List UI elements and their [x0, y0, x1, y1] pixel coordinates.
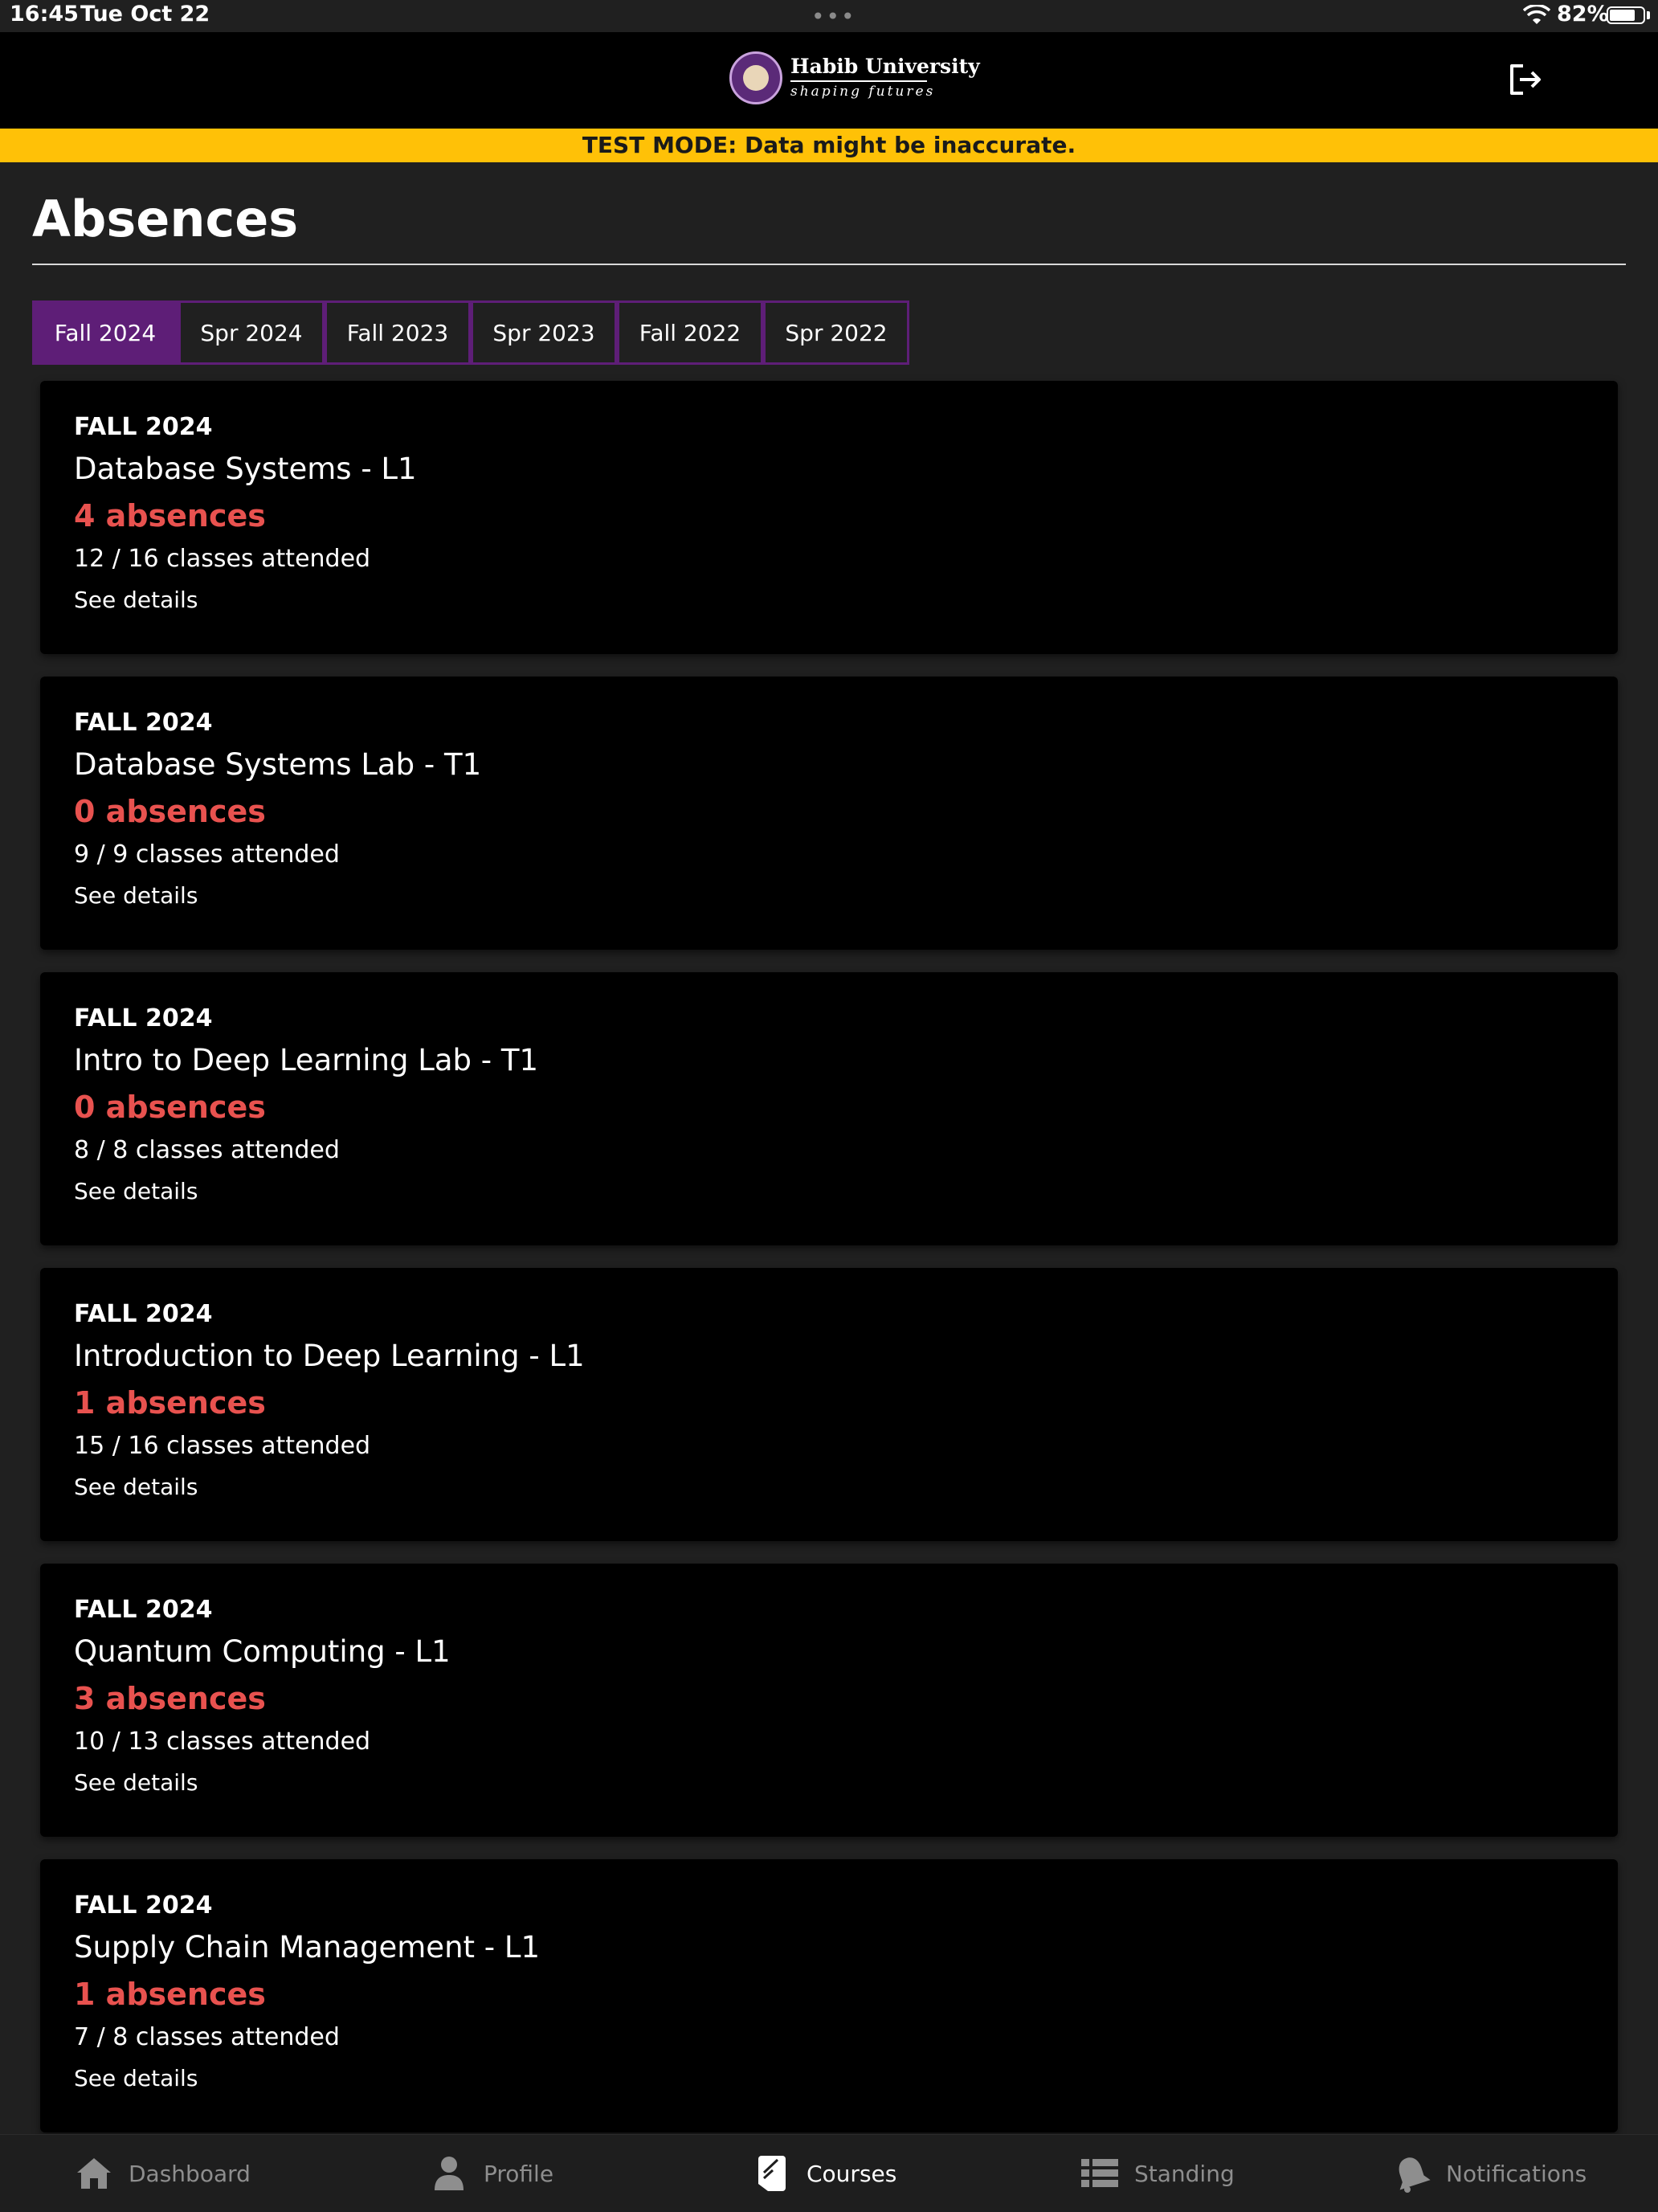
nav-notifications-label: Notifications	[1446, 2160, 1587, 2187]
attendance-summary: 8 / 8 classes attended	[74, 1136, 340, 1164]
course-name: Supply Chain Management - L1	[74, 1930, 541, 1965]
person-icon	[435, 2157, 464, 2190]
course-name: Quantum Computing - L1	[74, 1634, 451, 1669]
see-details-link[interactable]: See details	[74, 1178, 198, 1204]
status-time: 16:45	[10, 2, 79, 27]
logout-icon[interactable]	[1505, 59, 1546, 100]
nav-courses-label: Courses	[807, 2160, 897, 2187]
test-mode-banner: TEST MODE: Data might be inaccurate.	[0, 129, 1658, 162]
nav-notifications[interactable]: Notifications	[1391, 2135, 1587, 2212]
university-seal-icon	[729, 51, 782, 104]
see-details-link[interactable]: See details	[74, 1474, 198, 1500]
tab-semester[interactable]: Fall 2023	[325, 301, 471, 365]
course-name: Database Systems - L1	[74, 452, 417, 486]
see-details-link[interactable]: See details	[74, 2065, 198, 2091]
course-name: Intro to Deep Learning Lab - T1	[74, 1043, 539, 1077]
nav-dashboard-label: Dashboard	[129, 2160, 251, 2187]
nav-standing[interactable]: Standing	[1080, 2135, 1235, 2212]
title-divider	[32, 264, 1626, 265]
course-term: FALL 2024	[74, 709, 213, 737]
status-bar: 16:45 Tue Oct 22 ••• 82%	[0, 0, 1658, 32]
tab-semester[interactable]: Spr 2022	[763, 301, 909, 365]
tab-semester[interactable]: Fall 2024	[32, 301, 178, 365]
book-icon	[758, 2156, 786, 2191]
course-term: FALL 2024	[74, 1004, 213, 1032]
bell-icon	[1399, 2157, 1431, 2193]
page-title: Absences	[32, 190, 299, 248]
see-details-link[interactable]: See details	[74, 587, 198, 613]
battery-level-fill	[1610, 10, 1636, 21]
absence-card-list: FALL 2024 Database Systems - L1 4 absences…	[40, 381, 1618, 2155]
logo-name: Habib University	[790, 55, 980, 78]
nav-standing-label: Standing	[1134, 2160, 1235, 2187]
absence-card: FALL 2024 Database Systems - L1 4 absences…	[40, 381, 1618, 654]
nav-profile[interactable]: Profile	[429, 2135, 553, 2212]
home-icon	[77, 2158, 111, 2189]
course-term: FALL 2024	[74, 1596, 213, 1624]
attendance-summary: 10 / 13 classes attended	[74, 1727, 371, 1756]
attendance-summary: 7 / 8 classes attended	[74, 2023, 340, 2051]
absence-count: 1 absences	[74, 1977, 266, 2012]
battery-percent: 82%	[1557, 2, 1609, 27]
wifi-icon	[1523, 5, 1550, 24]
absence-card: FALL 2024 Database Systems Lab - T1 0 abse…	[40, 677, 1618, 950]
absence-card: FALL 2024 Introduction to Deep Learning -…	[40, 1268, 1618, 1541]
absence-card: FALL 2024 Quantum Computing - L1 3 absence…	[40, 1564, 1618, 1837]
multitasking-dots-icon[interactable]: •••	[811, 3, 856, 30]
absence-card: FALL 2024 Intro to Deep Learning Lab - T1…	[40, 972, 1618, 1245]
app-header: Habib University shaping futures	[0, 32, 1658, 129]
course-name: Introduction to Deep Learning - L1	[74, 1339, 585, 1373]
tab-semester[interactable]: Fall 2022	[617, 301, 763, 365]
absence-card: FALL 2024 Supply Chain Management - L1 1 a…	[40, 1859, 1618, 2132]
course-name: Database Systems Lab - T1	[74, 747, 482, 782]
absence-count: 0 absences	[74, 794, 266, 829]
absence-count: 3 absences	[74, 1681, 266, 1716]
tab-semester[interactable]: Spr 2023	[471, 301, 617, 365]
see-details-link[interactable]: See details	[74, 882, 198, 909]
nav-profile-label: Profile	[484, 2160, 554, 2187]
battery-nub	[1647, 11, 1650, 19]
attendance-summary: 12 / 16 classes attended	[74, 545, 371, 573]
tab-semester[interactable]: Spr 2024	[178, 301, 325, 365]
nav-courses[interactable]: Courses	[752, 2135, 896, 2212]
absence-count: 0 absences	[74, 1090, 266, 1125]
status-date: Tue Oct 22	[80, 2, 210, 27]
nav-dashboard[interactable]: Dashboard	[74, 2135, 251, 2212]
course-term: FALL 2024	[74, 1891, 213, 1920]
absence-count: 1 absences	[74, 1385, 266, 1421]
course-term: FALL 2024	[74, 1300, 213, 1328]
list-icon	[1081, 2159, 1118, 2187]
course-term: FALL 2024	[74, 413, 213, 441]
absence-count: 4 absences	[74, 498, 266, 534]
university-logo: Habib University shaping futures	[729, 50, 980, 109]
attendance-summary: 9 / 9 classes attended	[74, 840, 340, 869]
bottom-navigation: Dashboard Profile Courses Standing Notif…	[0, 2134, 1658, 2212]
battery-icon	[1607, 6, 1645, 24]
logo-tagline: shaping futures	[790, 84, 936, 100]
see-details-link[interactable]: See details	[74, 1769, 198, 1796]
semester-tabs: Fall 2024 Spr 2024 Fall 2023 Spr 2023 Fall 2…	[32, 301, 909, 365]
attendance-summary: 15 / 16 classes attended	[74, 1432, 371, 1460]
